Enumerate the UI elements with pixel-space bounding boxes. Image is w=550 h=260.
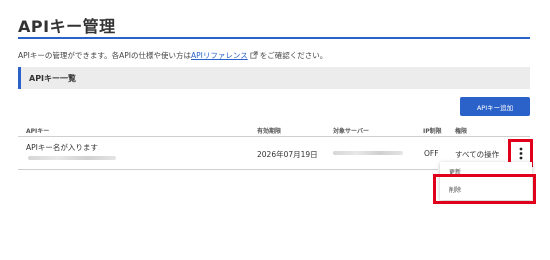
table-header-divider	[18, 136, 530, 137]
title-underline	[18, 37, 530, 39]
column-header-expiry: 有効期限	[257, 128, 282, 135]
api-key-value-redacted	[28, 156, 116, 160]
column-header-target-server: 対象サーバー	[333, 128, 369, 135]
api-key-name: APIキー名が入ります	[26, 143, 98, 152]
permission-value: すべての操作	[455, 150, 500, 159]
kebab-menu-icon	[519, 147, 522, 159]
column-header-ip-restriction: IP制限	[423, 128, 442, 135]
table-row-divider	[18, 169, 438, 170]
delete-item-highlight	[433, 174, 536, 204]
expiry-date: 2026年07月19日	[257, 150, 318, 159]
add-api-key-button[interactable]: APIキー追加	[460, 97, 530, 116]
column-header-api-key: APIキー	[26, 128, 50, 135]
intro-text: APIキーの管理ができます。各APIの仕様や使い方はAPIリファレンス をご確認く…	[18, 50, 327, 61]
column-header-permission: 権限	[455, 128, 468, 135]
intro-text-after: をご確認ください。	[259, 51, 328, 60]
section-title: APIキー一覧	[29, 74, 77, 83]
target-server-redacted	[333, 151, 403, 155]
external-link-icon	[250, 51, 258, 59]
ip-restriction-value: OFF	[424, 149, 439, 158]
row-menu-button[interactable]	[513, 143, 528, 163]
intro-text-before: APIキーの管理ができます。各APIの仕様や使い方は	[18, 51, 191, 60]
page-title: APIキー管理	[18, 17, 116, 36]
api-reference-link[interactable]: APIリファレンス	[191, 51, 248, 60]
section-header: APIキー一覧	[18, 67, 530, 89]
